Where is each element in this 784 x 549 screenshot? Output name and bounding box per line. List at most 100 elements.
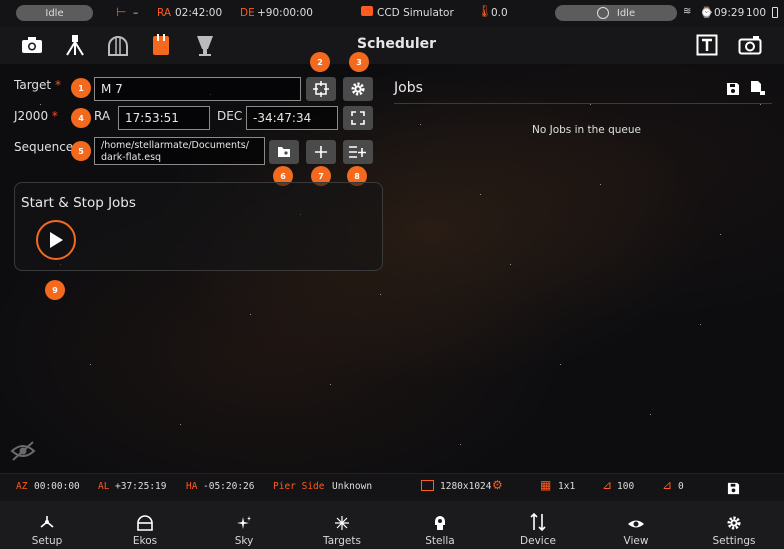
- text-mode-icon[interactable]: [695, 33, 719, 57]
- list-add-icon: [349, 146, 366, 158]
- nav-label-stella: Stella: [425, 535, 455, 547]
- nav-label-sky: Sky: [234, 535, 254, 547]
- target-settings-button[interactable]: [343, 77, 373, 101]
- sequence-path-line1: /home/stellarmate/Documents/: [101, 140, 249, 151]
- pier-side-value: Unknown: [332, 481, 373, 492]
- battery-level: 100: [746, 7, 767, 19]
- ha-label: HA: [186, 481, 198, 492]
- ra-field-label: RA: [94, 109, 111, 123]
- capture-camera-icon[interactable]: [20, 33, 44, 57]
- save-jobs-icon[interactable]: [726, 81, 740, 100]
- nav-label-view: View: [623, 535, 649, 547]
- scheduler-icon[interactable]: [149, 33, 173, 57]
- nav-item-view[interactable]: View: [596, 501, 676, 549]
- j2000-label: J2000 *: [14, 109, 58, 123]
- de-label: DE: [240, 7, 255, 19]
- nav-label-ekos: Ekos: [132, 535, 158, 547]
- mount-icon: ⊢: [116, 5, 127, 19]
- nav-item-device[interactable]: Device: [498, 501, 578, 549]
- setup-icon: [40, 516, 54, 528]
- de-value: +90:00:00: [257, 7, 313, 19]
- save-as-jobs-icon[interactable]: [750, 80, 766, 100]
- idle-status-pill[interactable]: Idle: [16, 5, 93, 21]
- ra-input-value: 17:53:51: [125, 111, 179, 125]
- target-label: Target *: [14, 78, 61, 92]
- sequence-input[interactable]: /home/stellarmate/Documents/ dark-flat.e…: [94, 137, 265, 165]
- nav-item-ekos[interactable]: Ekos: [105, 501, 185, 549]
- queue-add-button[interactable]: [343, 140, 373, 164]
- required-mark: *: [54, 78, 61, 92]
- settings-icon: [727, 516, 741, 530]
- ha-value: -05:20:26: [203, 481, 255, 492]
- ra-input[interactable]: 17:53:51: [118, 106, 210, 130]
- gain-value: 100: [617, 481, 635, 492]
- target-input[interactable]: M 7: [94, 77, 301, 101]
- dec-field-label: DEC: [217, 109, 243, 123]
- dec-input-value: -34:47:34: [253, 111, 312, 125]
- gear-icon: [351, 82, 365, 96]
- target-label-text: Target: [14, 78, 52, 92]
- start-jobs-button[interactable]: [36, 220, 76, 260]
- start-stop-panel: Start & Stop Jobs: [14, 182, 383, 271]
- nav-label-setup: Setup: [31, 535, 63, 547]
- nav-item-stella[interactable]: Stella: [400, 501, 480, 549]
- save-settings-icon[interactable]: [727, 480, 740, 499]
- temperature-value: 0.0: [491, 7, 508, 19]
- al-label: AL: [98, 481, 110, 492]
- badge-4: 4: [71, 108, 91, 128]
- nav-item-targets[interactable]: Targets: [302, 501, 382, 549]
- camera-icon: [361, 6, 373, 16]
- targets-icon: [335, 516, 349, 530]
- bottom-nav: Setup Ekos Sky Targets Stella Device Vie…: [0, 501, 784, 549]
- guide-target-icon: [596, 7, 609, 19]
- wifi-icon: ≋: [683, 6, 692, 17]
- observatory-dome-icon[interactable]: [106, 33, 130, 57]
- folder-icon: [278, 147, 290, 157]
- battery-icon: [772, 7, 778, 18]
- resolution-gear-icon[interactable]: ⚙: [492, 478, 503, 492]
- pier-side-label: Pier Side: [273, 481, 325, 492]
- gain-icon: ⊿: [602, 478, 613, 492]
- camera-name: CCD Simulator: [377, 7, 454, 19]
- jobs-title: Jobs: [394, 80, 423, 96]
- browse-sequence-button[interactable]: [269, 140, 299, 164]
- resolution-value: 1280x1024: [440, 481, 492, 492]
- target-value: M 7: [101, 82, 123, 96]
- ra-label: RA: [157, 7, 172, 19]
- alarm-icon: ⌚: [700, 7, 714, 19]
- binning-icon: ▦: [540, 478, 552, 492]
- status-bar: Idle ⊢ – RA 02:42:00 DE +90:00:00 CCD Si…: [0, 0, 784, 28]
- guide-status-pill[interactable]: Idle: [555, 5, 677, 21]
- nav-item-settings[interactable]: Settings: [694, 501, 774, 549]
- required-mark: *: [51, 109, 58, 123]
- badge-5: 5: [71, 141, 91, 161]
- info-bar: AZ 00:00:00 AL +37:25:19 HA -05:20:26 Pi…: [0, 473, 784, 501]
- badge-2: 2: [310, 52, 330, 72]
- expand-icon: [351, 111, 365, 125]
- flat-field-icon[interactable]: [193, 33, 217, 57]
- nav-item-sky[interactable]: Sky: [204, 501, 284, 549]
- preview-camera-icon[interactable]: [738, 33, 762, 57]
- nav-item-setup[interactable]: Setup: [7, 501, 87, 549]
- sequence-label: Sequence: [14, 140, 74, 154]
- stella-icon: [435, 516, 445, 530]
- expand-button[interactable]: [343, 106, 373, 130]
- mount-tripod-icon[interactable]: [63, 33, 87, 57]
- jobs-divider: [394, 103, 772, 104]
- binning-value: 1x1: [558, 481, 576, 492]
- sky-icon: [237, 516, 251, 529]
- hide-overlay-icon[interactable]: [10, 440, 36, 466]
- add-job-button[interactable]: [306, 140, 336, 164]
- dec-input[interactable]: -34:47:34: [246, 106, 338, 130]
- clock-time: 09:29: [714, 7, 745, 19]
- offset-icon: ⊿: [662, 478, 673, 492]
- az-label: AZ: [16, 481, 28, 492]
- play-icon: [50, 232, 63, 248]
- find-target-button[interactable]: [306, 77, 336, 101]
- view-icon: [628, 520, 644, 528]
- offset-value: 0: [678, 481, 684, 492]
- plus-icon: [315, 146, 327, 158]
- jobs-empty-text: No Jobs in the queue: [532, 124, 641, 136]
- nav-label-settings: Settings: [712, 535, 756, 547]
- crosshair-icon: [313, 81, 329, 97]
